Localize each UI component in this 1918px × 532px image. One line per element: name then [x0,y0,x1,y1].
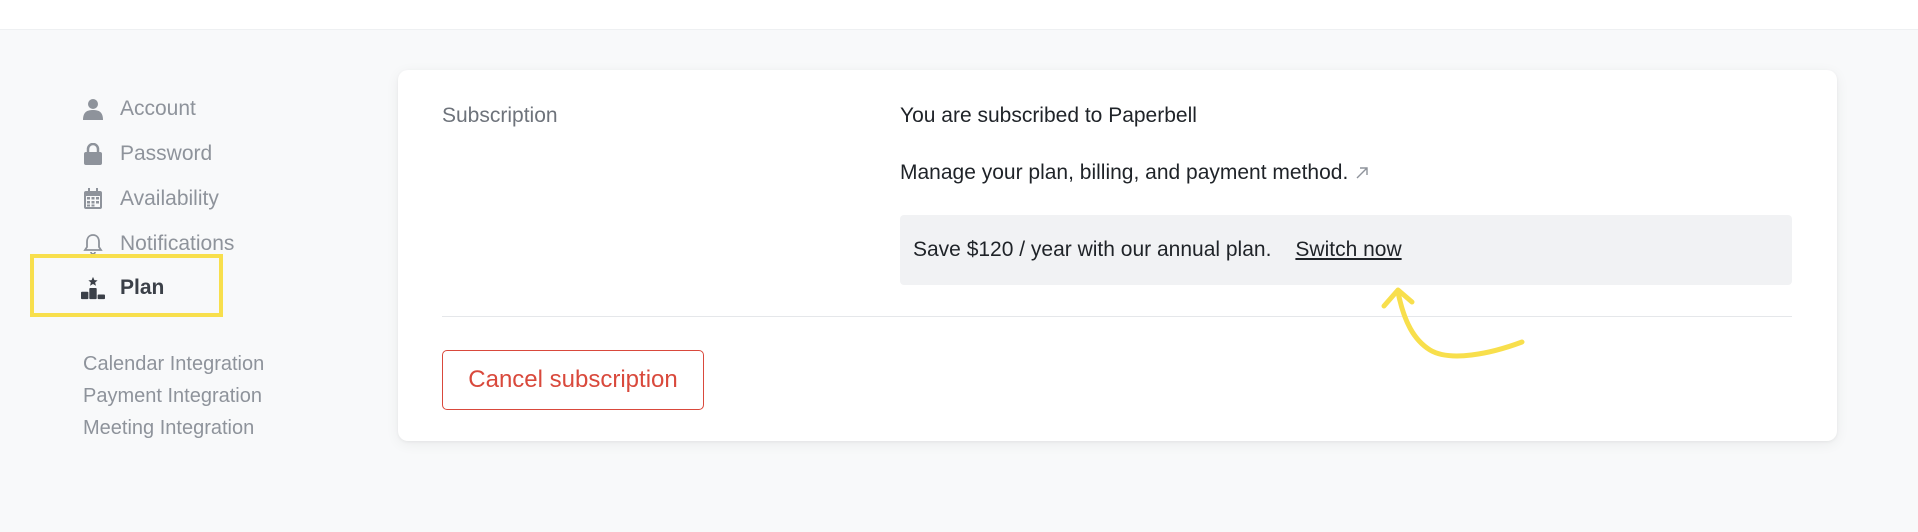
highlight-annotation [30,254,223,317]
manage-plan-link[interactable]: Manage your plan, billing, and payment m… [900,161,1369,185]
section-label: Subscription [442,104,558,127]
calendar-icon [81,187,105,211]
sidebar-item-label: Account [120,97,196,120]
external-link-icon [1355,166,1369,180]
sidebar-item-password[interactable]: Password [81,138,212,170]
subscription-status: You are subscribed to Paperbell [900,104,1197,127]
sidebar-item-label: Availability [120,187,219,210]
promo-text: Save $120 / year with our annual plan. [913,238,1272,261]
annual-plan-banner: Save $120 / year with our annual plan. S… [900,215,1792,285]
sidebar-link-payment-integration[interactable]: Payment Integration [83,385,262,408]
user-icon [81,97,105,121]
sidebar-item-availability[interactable]: Availability [81,183,219,215]
lock-icon [81,142,105,166]
manage-plan-text: Manage your plan, billing, and payment m… [900,161,1349,184]
arrow-annotation [1381,287,1525,359]
subscription-card: Subscription You are subscribed to Paper… [398,70,1837,441]
bell-icon [81,232,105,256]
sidebar-link-meeting-integration[interactable]: Meeting Integration [83,417,254,440]
sidebar-link-calendar-integration[interactable]: Calendar Integration [83,353,264,376]
divider [442,316,1792,317]
cancel-subscription-button[interactable]: Cancel subscription [442,350,704,410]
sidebar-item-account[interactable]: Account [81,93,196,125]
sidebar-item-label: Password [120,142,213,165]
sidebar-item-label: Notifications [120,232,235,255]
switch-now-link[interactable]: Switch now [1295,238,1401,262]
